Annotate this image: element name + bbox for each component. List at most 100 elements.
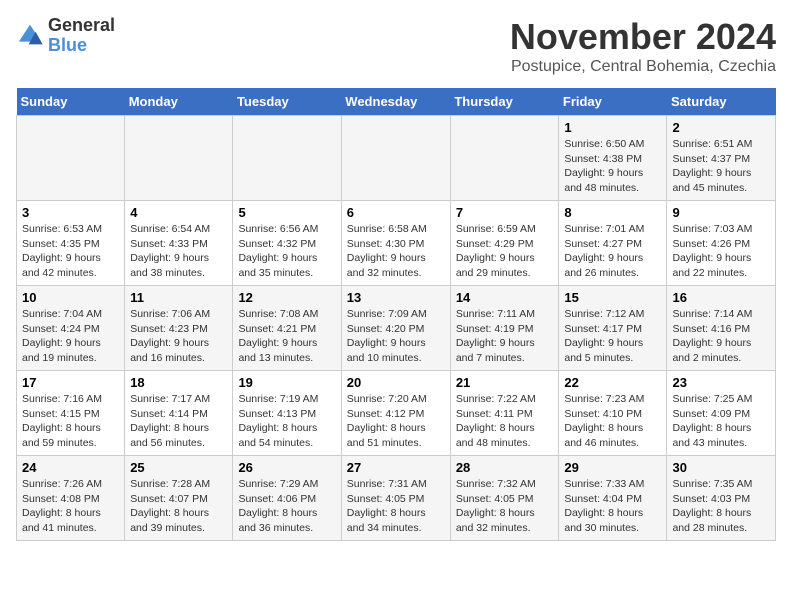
page-header: General Blue November 2024 Postupice, Ce… — [16, 16, 776, 76]
day-number: 12 — [238, 290, 335, 305]
header-saturday: Saturday — [667, 88, 776, 116]
calendar-cell: 13Sunrise: 7:09 AM Sunset: 4:20 PM Dayli… — [341, 286, 450, 371]
calendar-cell: 9 Sunrise: 7:03 AM Sunset: 4:26 PM Daylig… — [667, 201, 776, 286]
day-info: Sunrise: 7:35 AM Sunset: 4:03 PM Dayligh… — [672, 477, 770, 536]
day-info: Sunrise: 7:09 AM Sunset: 4:20 PM Dayligh… — [347, 307, 445, 366]
day-number: 28 — [456, 460, 554, 475]
calendar-cell: 15 Sunrise: 7:12 AM Sunset: 4:17 PM Dayli… — [559, 286, 667, 371]
location-title: Postupice, Central Bohemia, Czechia — [510, 58, 776, 76]
header-sunday: Sunday — [17, 88, 125, 116]
logo-text-blue: Blue — [48, 36, 115, 56]
calendar-cell: 22 Sunrise: 7:23 AM Sunset: 4:10 PM Dayli… — [559, 371, 667, 456]
calendar-cell: 1 Sunrise: 6:50 AM Sunset: 4:38 PM Daylig… — [559, 116, 667, 201]
day-number: 15 — [564, 290, 661, 305]
calendar-cell: 24Sunrise: 7:26 AM Sunset: 4:08 PM Dayli… — [17, 456, 125, 541]
calendar-cell: 16Sunrise: 7:14 AM Sunset: 4:16 PM Dayli… — [667, 286, 776, 371]
calendar-cell: 19 Sunrise: 7:19 AM Sunset: 4:13 PM Dayli… — [233, 371, 341, 456]
calendar-cell: 5Sunrise: 6:56 AM Sunset: 4:32 PM Daylig… — [233, 201, 341, 286]
day-info: Sunrise: 7:14 AM Sunset: 4:16 PM Dayligh… — [672, 307, 770, 366]
logo-icon — [16, 22, 44, 50]
day-number: 8 — [564, 205, 661, 220]
calendar-cell: 7 Sunrise: 6:59 AM Sunset: 4:29 PM Daylig… — [450, 201, 559, 286]
calendar-header-row: SundayMondayTuesdayWednesdayThursdayFrid… — [17, 88, 776, 116]
calendar-cell: 28 Sunrise: 7:32 AM Sunset: 4:05 PM Dayli… — [450, 456, 559, 541]
day-info: Sunrise: 7:01 AM Sunset: 4:27 PM Dayligh… — [564, 222, 661, 281]
day-number: 22 — [564, 375, 661, 390]
day-info: Sunrise: 6:59 AM Sunset: 4:29 PM Dayligh… — [456, 222, 554, 281]
day-number: 3 — [22, 205, 119, 220]
day-number: 5 — [238, 205, 335, 220]
calendar-week-row: 1 Sunrise: 6:50 AM Sunset: 4:38 PM Daylig… — [17, 116, 776, 201]
day-info: Sunrise: 7:08 AM Sunset: 4:21 PM Dayligh… — [238, 307, 335, 366]
day-info: Sunrise: 7:16 AM Sunset: 4:15 PM Dayligh… — [22, 392, 119, 451]
day-number: 20 — [347, 375, 445, 390]
header-friday: Friday — [559, 88, 667, 116]
calendar-week-row: 10 Sunrise: 7:04 AM Sunset: 4:24 PM Dayli… — [17, 286, 776, 371]
day-number: 18 — [130, 375, 227, 390]
calendar-cell: 26Sunrise: 7:29 AM Sunset: 4:06 PM Dayli… — [233, 456, 341, 541]
calendar-cell: 17 Sunrise: 7:16 AM Sunset: 4:15 PM Dayli… — [17, 371, 125, 456]
calendar-cell: 25 Sunrise: 7:28 AM Sunset: 4:07 PM Dayli… — [125, 456, 233, 541]
day-number: 1 — [564, 120, 661, 135]
calendar-cell: 23 Sunrise: 7:25 AM Sunset: 4:09 PM Dayli… — [667, 371, 776, 456]
day-number: 7 — [456, 205, 554, 220]
calendar-week-row: 24Sunrise: 7:26 AM Sunset: 4:08 PM Dayli… — [17, 456, 776, 541]
calendar-cell: 10 Sunrise: 7:04 AM Sunset: 4:24 PM Dayli… — [17, 286, 125, 371]
day-info: Sunrise: 6:58 AM Sunset: 4:30 PM Dayligh… — [347, 222, 445, 281]
calendar-cell: 14 Sunrise: 7:11 AM Sunset: 4:19 PM Dayli… — [450, 286, 559, 371]
day-info: Sunrise: 7:32 AM Sunset: 4:05 PM Dayligh… — [456, 477, 554, 536]
calendar-cell: 3 Sunrise: 6:53 AM Sunset: 4:35 PM Daylig… — [17, 201, 125, 286]
calendar-cell: 21 Sunrise: 7:22 AM Sunset: 4:11 PM Dayli… — [450, 371, 559, 456]
day-info: Sunrise: 7:06 AM Sunset: 4:23 PM Dayligh… — [130, 307, 227, 366]
day-number: 6 — [347, 205, 445, 220]
day-info: Sunrise: 7:03 AM Sunset: 4:26 PM Dayligh… — [672, 222, 770, 281]
day-number: 10 — [22, 290, 119, 305]
day-number: 23 — [672, 375, 770, 390]
day-number: 2 — [672, 120, 770, 135]
calendar-cell: 20 Sunrise: 7:20 AM Sunset: 4:12 PM Dayli… — [341, 371, 450, 456]
day-info: Sunrise: 6:53 AM Sunset: 4:35 PM Dayligh… — [22, 222, 119, 281]
day-info: Sunrise: 7:11 AM Sunset: 4:19 PM Dayligh… — [456, 307, 554, 366]
day-number: 19 — [238, 375, 335, 390]
calendar-cell — [450, 116, 559, 201]
day-info: Sunrise: 7:17 AM Sunset: 4:14 PM Dayligh… — [130, 392, 227, 451]
calendar-cell: 27 Sunrise: 7:31 AM Sunset: 4:05 PM Dayli… — [341, 456, 450, 541]
day-info: Sunrise: 6:54 AM Sunset: 4:33 PM Dayligh… — [130, 222, 227, 281]
calendar-cell — [125, 116, 233, 201]
day-info: Sunrise: 7:12 AM Sunset: 4:17 PM Dayligh… — [564, 307, 661, 366]
calendar-cell — [341, 116, 450, 201]
header-tuesday: Tuesday — [233, 88, 341, 116]
calendar-cell: 8 Sunrise: 7:01 AM Sunset: 4:27 PM Daylig… — [559, 201, 667, 286]
day-info: Sunrise: 6:51 AM Sunset: 4:37 PM Dayligh… — [672, 137, 770, 196]
calendar-cell: 2 Sunrise: 6:51 AM Sunset: 4:37 PM Daylig… — [667, 116, 776, 201]
day-number: 25 — [130, 460, 227, 475]
day-number: 27 — [347, 460, 445, 475]
day-info: Sunrise: 7:26 AM Sunset: 4:08 PM Dayligh… — [22, 477, 119, 536]
day-number: 21 — [456, 375, 554, 390]
calendar-cell: 4Sunrise: 6:54 AM Sunset: 4:33 PM Daylig… — [125, 201, 233, 286]
day-info: Sunrise: 6:50 AM Sunset: 4:38 PM Dayligh… — [564, 137, 661, 196]
calendar-cell: 29 Sunrise: 7:33 AM Sunset: 4:04 PM Dayli… — [559, 456, 667, 541]
calendar-cell: 11Sunrise: 7:06 AM Sunset: 4:23 PM Dayli… — [125, 286, 233, 371]
calendar-table: SundayMondayTuesdayWednesdayThursdayFrid… — [16, 88, 776, 541]
header-thursday: Thursday — [450, 88, 559, 116]
day-info: Sunrise: 7:22 AM Sunset: 4:11 PM Dayligh… — [456, 392, 554, 451]
day-info: Sunrise: 7:23 AM Sunset: 4:10 PM Dayligh… — [564, 392, 661, 451]
day-info: Sunrise: 7:31 AM Sunset: 4:05 PM Dayligh… — [347, 477, 445, 536]
calendar-cell: 18 Sunrise: 7:17 AM Sunset: 4:14 PM Dayli… — [125, 371, 233, 456]
day-number: 30 — [672, 460, 770, 475]
title-area: November 2024 Postupice, Central Bohemia… — [510, 16, 776, 76]
day-number: 9 — [672, 205, 770, 220]
day-number: 29 — [564, 460, 661, 475]
header-monday: Monday — [125, 88, 233, 116]
day-number: 14 — [456, 290, 554, 305]
day-info: Sunrise: 7:04 AM Sunset: 4:24 PM Dayligh… — [22, 307, 119, 366]
day-info: Sunrise: 7:25 AM Sunset: 4:09 PM Dayligh… — [672, 392, 770, 451]
day-info: Sunrise: 7:20 AM Sunset: 4:12 PM Dayligh… — [347, 392, 445, 451]
day-info: Sunrise: 7:33 AM Sunset: 4:04 PM Dayligh… — [564, 477, 661, 536]
day-number: 17 — [22, 375, 119, 390]
month-title: November 2024 — [510, 16, 776, 58]
logo-text-general: General — [48, 16, 115, 36]
day-info: Sunrise: 7:19 AM Sunset: 4:13 PM Dayligh… — [238, 392, 335, 451]
day-info: Sunrise: 7:28 AM Sunset: 4:07 PM Dayligh… — [130, 477, 227, 536]
